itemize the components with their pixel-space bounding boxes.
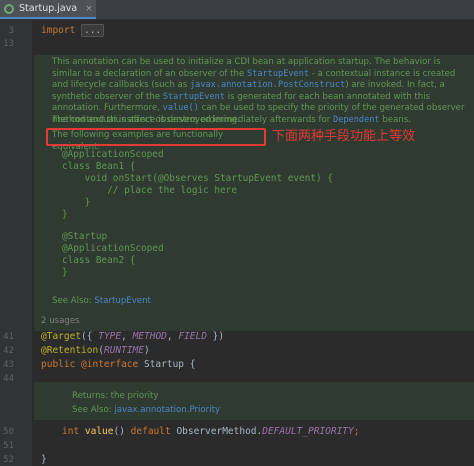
example1-line: class Bean1 { xyxy=(62,161,136,172)
red-highlight-box xyxy=(46,128,266,146)
example1-line: } xyxy=(62,197,91,208)
folded-imports[interactable]: ... xyxy=(81,24,105,37)
tab-label: Startup.java xyxy=(19,3,78,14)
line-number: 41 xyxy=(3,332,14,342)
line-number: 42 xyxy=(3,346,14,356)
target-annotation-line: @Target({ TYPE, METHOD, FIELD }) xyxy=(41,331,225,342)
example2-line: } xyxy=(62,267,68,278)
returns-doc: Returns: the priority xyxy=(72,391,159,401)
example2-line: @Startup xyxy=(62,231,108,242)
line-number: 51 xyxy=(3,441,14,451)
interface-declaration-line: public @interface Startup { xyxy=(41,359,196,370)
java-class-icon xyxy=(4,3,14,14)
see-also-priority: See Also: javax.annotation.Priority xyxy=(72,405,221,415)
example2-line: class Bean2 { xyxy=(62,255,136,266)
example1-line: } xyxy=(62,209,68,220)
line-number: 50 xyxy=(3,427,14,437)
close-tab-icon[interactable]: × xyxy=(85,4,93,14)
example1-line: // place the logic here xyxy=(62,185,237,196)
retention-annotation-line: @Retention(RUNTIME) xyxy=(41,345,150,356)
closing-brace-line: } xyxy=(41,454,47,465)
line-number-gutter xyxy=(0,20,32,466)
example2-line: @ApplicationScoped xyxy=(62,243,164,254)
chinese-annotation-note: 下面两种手段功能上等效 xyxy=(272,129,416,144)
editor-tab-bar: Startup.java × xyxy=(0,0,474,20)
usages-hint[interactable]: 2 usages xyxy=(41,316,80,326)
value-method-line: int value() default ObserverMethod.DEFAU… xyxy=(62,426,360,437)
import-line: import ... xyxy=(41,24,105,37)
see-also-startup-event: See Also: StartupEvent xyxy=(52,296,151,306)
line-number: 3 xyxy=(8,26,14,36)
example1-line: void onStart(@Observes StartupEvent even… xyxy=(62,173,333,184)
priority-link[interactable]: javax.annotation.Priority xyxy=(114,405,220,415)
import-keyword: import xyxy=(41,25,76,36)
code-editor[interactable]: 3 13 41 42 43 44 50 51 52 import ... Thi… xyxy=(0,20,474,466)
line-number: 52 xyxy=(3,455,14,465)
line-number: 13 xyxy=(3,39,14,49)
line-number: 44 xyxy=(3,374,14,384)
tab-startup-java[interactable]: Startup.java × xyxy=(0,0,96,19)
line-number: 43 xyxy=(3,360,14,370)
startup-event-link[interactable]: StartupEvent xyxy=(94,296,151,306)
example1-line: @ApplicationScoped xyxy=(62,149,164,160)
